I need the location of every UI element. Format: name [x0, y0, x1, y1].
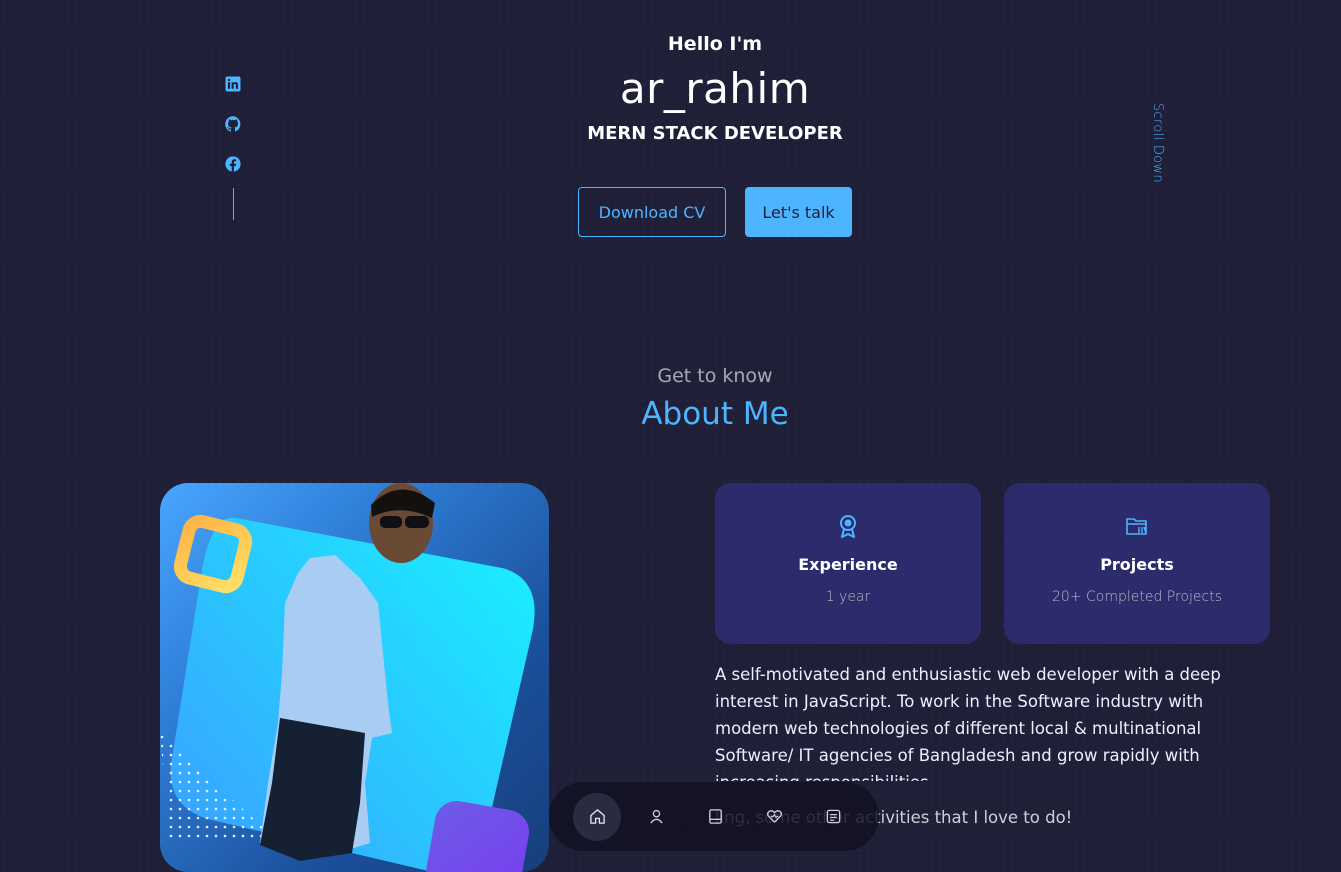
projects-card: Projects 20+ Completed Projects: [1004, 483, 1270, 644]
social-divider: [233, 188, 234, 220]
download-cv-button[interactable]: Download CV: [578, 187, 726, 237]
lets-talk-button[interactable]: Let's talk: [745, 187, 852, 237]
book-icon: [708, 809, 722, 824]
scroll-down-label: Scroll Down: [1150, 103, 1165, 183]
scroll-down-link[interactable]: Scroll Down: [1150, 103, 1176, 193]
folder-icon: [1126, 518, 1147, 535]
user-icon: [649, 809, 663, 824]
message-icon: [826, 809, 840, 824]
experience-value: 1 year: [825, 589, 871, 605]
nav-services[interactable]: [750, 793, 798, 841]
developer-name: ar_rahim: [619, 64, 811, 113]
home-icon: [589, 809, 605, 824]
nav-experience[interactable]: [691, 793, 739, 841]
nav-contact[interactable]: [809, 793, 857, 841]
nav-about[interactable]: [632, 793, 680, 841]
projects-title: Projects: [1100, 555, 1174, 574]
developer-role: MERN STACK DEVELOPER: [587, 123, 843, 144]
bottom-nav: [549, 782, 879, 851]
greeting: Hello I'm: [667, 33, 763, 55]
award-icon: [840, 515, 856, 538]
profile-illustration: [160, 483, 535, 872]
facebook-icon[interactable]: [225, 156, 241, 172]
experience-card: Experience 1 year: [715, 483, 981, 644]
experience-title: Experience: [798, 555, 898, 574]
profile-photo: [160, 483, 549, 872]
section-subtitle: Get to know: [657, 365, 773, 387]
nav-home[interactable]: [573, 792, 621, 841]
heart-icon: [766, 810, 782, 823]
about-description: A self-motivated and enthusiastic web de…: [715, 665, 1221, 781]
section-title: About Me: [641, 396, 789, 432]
projects-value: 20+ Completed Projects: [1052, 589, 1222, 605]
